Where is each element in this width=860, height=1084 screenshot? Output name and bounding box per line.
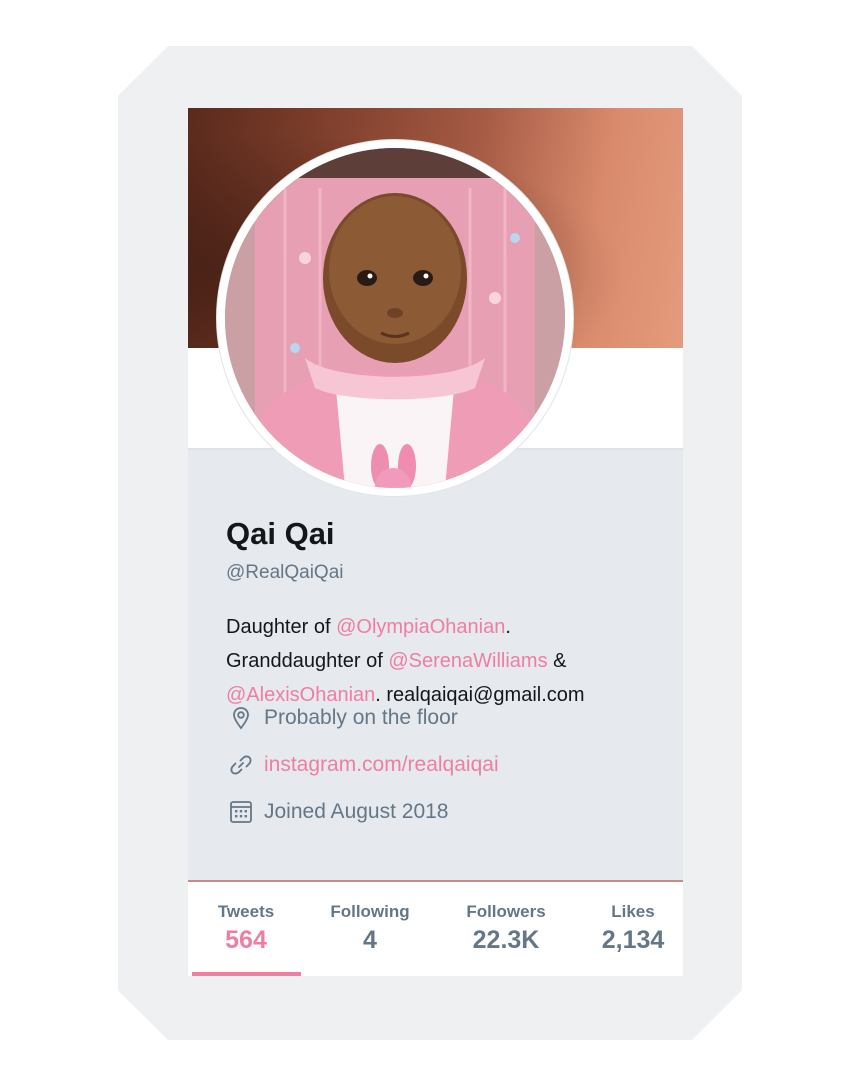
calendar-icon [228,799,254,825]
bio-text: & [547,650,567,672]
bio-text: Granddaughter of [226,650,389,672]
profile-handle[interactable]: @RealQaiQai [226,562,344,584]
stat-label: Likes [611,902,655,921]
bio-mention-link[interactable]: @OlympiaOhanian [336,616,505,638]
stat-value: 22.3K [472,926,540,954]
stat-tweets[interactable]: Tweets 564 [200,902,292,955]
profile-card: Qai Qai @RealQaiQai Daughter of @Olympia… [188,108,683,976]
stat-value: 4 [363,926,377,954]
bio-text: . [505,616,511,638]
link-icon [228,752,254,778]
profile-name: Qai Qai [226,516,335,551]
profile-location: Probably on the floor [228,703,458,733]
stat-likes[interactable]: Likes 2,134 [590,902,676,955]
avatar [225,148,565,488]
location-pin-icon [228,705,254,731]
stat-value: 2,134 [601,926,665,954]
bio-text: Daughter of [226,616,337,638]
joined-text: Joined August 2018 [264,800,449,823]
stat-followers[interactable]: Followers 22.3K [452,902,560,955]
stat-value: 564 [225,926,267,954]
stat-label: Tweets [217,902,275,921]
profile-stats-bar: Tweets 564 Following 4 Followers 22.3K L… [188,880,683,976]
stat-label: Followers [466,902,546,921]
profile-bio: Daughter of @OlympiaOhanian. Granddaught… [226,610,666,712]
stat-following[interactable]: Following 4 [314,902,426,955]
profile-info: Qai Qai @RealQaiQai Daughter of @Olympia… [188,448,683,882]
profile-joined: Joined August 2018 [228,797,449,827]
active-tab-indicator [192,972,301,976]
doll-avatar-image [225,148,565,488]
profile-website: instagram.com/realqaiqai [228,750,499,780]
stat-label: Following [330,902,410,921]
avatar-frame[interactable] [217,140,573,496]
bio-mention-link[interactable]: @SerenaWilliams [388,650,547,672]
location-text: Probably on the floor [264,706,458,729]
website-link[interactable]: instagram.com/realqaiqai [264,753,499,777]
